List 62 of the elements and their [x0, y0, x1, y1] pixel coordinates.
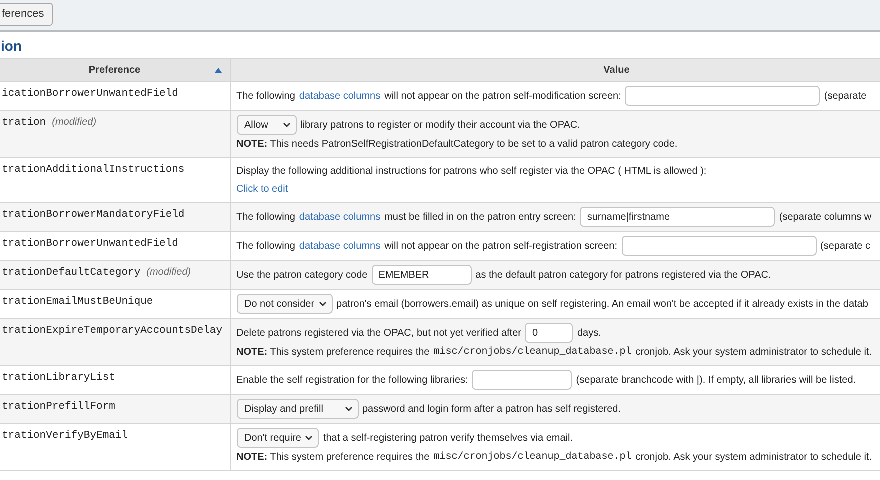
value-text: NOTE: This system preference requires the [236, 346, 430, 358]
preference-name: trationBorrowerUnwantedField [2, 238, 178, 250]
value-text: The following [236, 212, 296, 222]
preference-name: trationAdditionalInstructions [2, 164, 185, 176]
value-text: (separate columns w [779, 212, 872, 222]
section-title: ion [0, 37, 23, 56]
value-text: The following [236, 240, 296, 252]
link[interactable]: Click to edit [236, 184, 288, 194]
value-text: cronjob. Ask your system administrator to schedule it. [636, 346, 872, 358]
value-text: password and login form after a patron has self registered. [362, 404, 621, 414]
dropdown[interactable]: Don't require [236, 428, 320, 448]
preferences-button[interactable]: ferences [0, 2, 54, 26]
chevron-icon [318, 301, 327, 307]
value-text: NOTE: This needs PatronSelfRegistrationDefaultCategory to be set to a valid patron category code. [236, 138, 678, 150]
dropdown[interactable]: Display and prefill [236, 399, 358, 419]
dropdown[interactable]: Do not consider [236, 294, 333, 314]
chevron-icon [305, 435, 314, 441]
preference-name: trationDefaultCategory [2, 267, 141, 279]
input-field[interactable] [472, 370, 572, 390]
modified-label: (modified) [52, 117, 97, 128]
value-text: cronjob. Ask your system administrator to schedule it. [636, 452, 872, 462]
code-text: misc/cronjobs/cleanup_database.pl [434, 452, 632, 462]
link[interactable]: database columns [299, 240, 381, 252]
value-text: Use the patron category code [236, 270, 368, 280]
chevron-icon [344, 406, 352, 412]
preference-name: trationLibraryList [2, 372, 116, 384]
value-text: NOTE: This system preference requires the [236, 452, 430, 462]
value-text: patron's email (borrowers.email) as unique on self registering. An email won't be accepted if it already exists in the datab [336, 298, 868, 310]
value-text: as the default patron category for patrons registered via the OPAC. [476, 270, 772, 280]
link[interactable]: database columns [299, 212, 381, 222]
link[interactable]: database columns [299, 90, 381, 102]
value-text: that a self-registering patron verify themselves via email. [323, 432, 574, 444]
input-field[interactable]: 0 [525, 323, 574, 343]
dropdown[interactable]: Allow [236, 115, 296, 135]
input-field[interactable]: surname|firstname [580, 207, 776, 227]
chevron-icon [282, 122, 290, 128]
value-text: (separate [824, 90, 867, 102]
value-text: days. [577, 328, 602, 338]
input-field[interactable] [622, 236, 816, 256]
input-field[interactable] [625, 86, 820, 106]
preference-name: trationEmailMustBeUnique [2, 296, 154, 308]
value-text: (separate c [820, 240, 871, 252]
preference-name: trationPrefillForm [2, 401, 116, 413]
preference-name: icationBorrowerUnwantedField [2, 88, 178, 100]
preference-name: trationVerifyByEmail [2, 430, 128, 442]
column-header[interactable]: Preference [0, 58, 230, 82]
code-text: misc/cronjobs/cleanup_database.pl [434, 346, 632, 358]
value-text: must be filled in on the patron entry screen: [384, 212, 576, 222]
modified-label: (modified) [146, 267, 192, 278]
value-text: will not appear on the patron self-modification screen: [384, 90, 622, 102]
input-field[interactable]: EMEMBER [372, 265, 472, 285]
value-text: Enable the self registration for the following libraries: [236, 374, 468, 386]
preference-name: trationExpireTemporaryAccountsDelay [2, 325, 223, 337]
preference-name: trationBorrowerMandatoryField [2, 209, 185, 221]
preference-name: tration [2, 117, 46, 129]
value-text: will not appear on the patron self-registration screen: [384, 240, 618, 252]
value-text: Delete patrons registered via the OPAC, but not yet verified after [236, 328, 522, 338]
value-text: (separate branchcode with |). If empty, all libraries will be listed. [576, 374, 856, 386]
value-text: Display the following additional instructions for patrons who self register via the OPAC ( HTML is allowed ): [236, 166, 707, 176]
value-text: The following [236, 90, 296, 102]
value-text: library patrons to register or modify their account via the OPAC. [300, 120, 580, 130]
column-header[interactable]: Value [230, 58, 880, 82]
